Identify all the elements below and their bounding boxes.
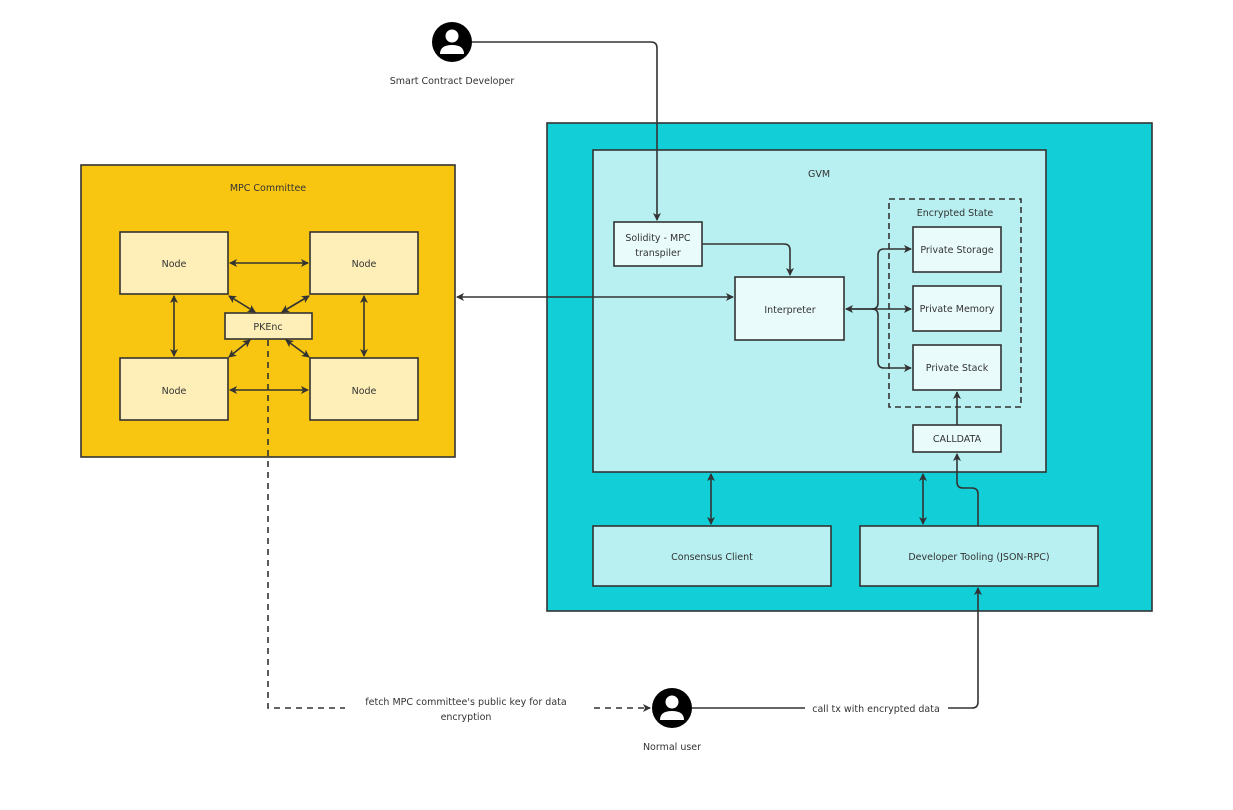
transpiler-box bbox=[613, 221, 703, 267]
node-label: Node bbox=[352, 259, 377, 270]
node-label: Node bbox=[352, 386, 377, 397]
encrypted-state-title: Encrypted State bbox=[917, 208, 994, 219]
transpiler-label-line1: Solidity - MPC bbox=[625, 233, 691, 244]
node-label: Node bbox=[162, 259, 187, 270]
architecture-diagram: MPC Committee Node Node Node Node PKEnc … bbox=[80, 22, 1153, 753]
user-label: Normal user bbox=[643, 742, 701, 753]
fetch-key-label-line2: encryption bbox=[441, 712, 492, 723]
interpreter-label: Interpreter bbox=[764, 305, 815, 316]
developer-tooling-label: Developer Tooling (JSON-RPC) bbox=[908, 552, 1049, 563]
developer-label: Smart Contract Developer bbox=[390, 76, 515, 87]
calldata-label: CALLDATA bbox=[933, 434, 982, 445]
fetch-key-label-line1: fetch MPC committee's public key for dat… bbox=[365, 697, 566, 708]
transpiler-label-line2: transpiler bbox=[635, 248, 681, 259]
mpc-committee-title: MPC Committee bbox=[230, 183, 306, 194]
call-tx-label: call tx with encrypted data bbox=[812, 704, 940, 715]
pkenc-label: PKEnc bbox=[253, 322, 282, 333]
private-memory-label: Private Memory bbox=[920, 304, 995, 315]
developer-actor bbox=[432, 22, 472, 62]
private-stack-label: Private Stack bbox=[926, 363, 989, 374]
gvm-title: GVM bbox=[808, 169, 830, 180]
consensus-client-label: Consensus Client bbox=[671, 552, 753, 563]
user-actor bbox=[652, 688, 692, 728]
node-label: Node bbox=[162, 386, 187, 397]
private-storage-label: Private Storage bbox=[920, 245, 993, 256]
